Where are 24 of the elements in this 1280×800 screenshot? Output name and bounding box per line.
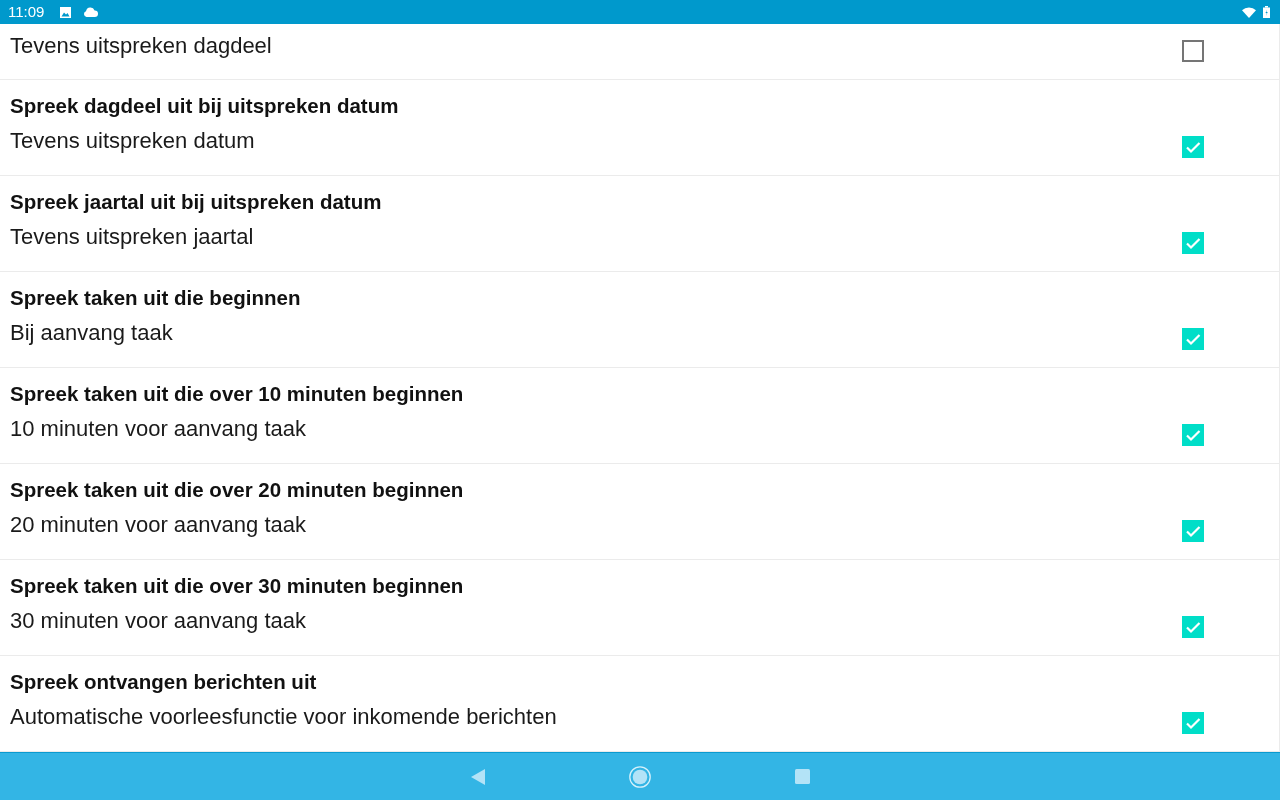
setting-summary: Bij aanvang taak — [10, 321, 173, 345]
setting-title: Spreek taken uit die over 20 minuten beginnen — [10, 478, 464, 502]
setting-summary: Automatische voorleesfunctie voor inkomende berichten — [10, 705, 557, 729]
setting-title: Spreek taken uit die over 30 minuten beginnen — [10, 574, 464, 598]
cloud-icon — [83, 7, 99, 17]
recents-icon[interactable] — [794, 769, 810, 784]
battery-icon — [1263, 6, 1270, 18]
setting-summary: Tevens uitspreken datum — [10, 129, 255, 153]
setting-summary: 30 minuten voor aanvang taak — [10, 609, 306, 633]
status-time: 11:09 — [8, 2, 45, 22]
setting-title: Spreek dagdeel uit bij uitspreken datum — [10, 94, 399, 118]
checkbox[interactable] — [1182, 40, 1204, 62]
setting-summary: 20 minuten voor aanvang taak — [10, 513, 306, 537]
image-icon — [60, 6, 72, 18]
back-icon[interactable] — [471, 768, 485, 785]
setting-summary: Tevens uitspreken jaartal — [10, 225, 254, 249]
setting-title: Spreek taken uit die over 10 minuten beginnen — [10, 382, 464, 406]
setting-title: Spreek jaartal uit bij uitspreken datum — [10, 190, 382, 214]
wifi-icon — [1242, 6, 1256, 18]
setting-summary: Tevens uitspreken dagdeel — [10, 34, 272, 58]
home-icon[interactable] — [629, 765, 651, 788]
setting-title: Spreek taken uit die beginnen — [10, 286, 301, 310]
setting-summary: 10 minuten voor aanvang taak — [10, 417, 306, 441]
setting-title: Spreek ontvangen berichten uit — [10, 670, 317, 694]
